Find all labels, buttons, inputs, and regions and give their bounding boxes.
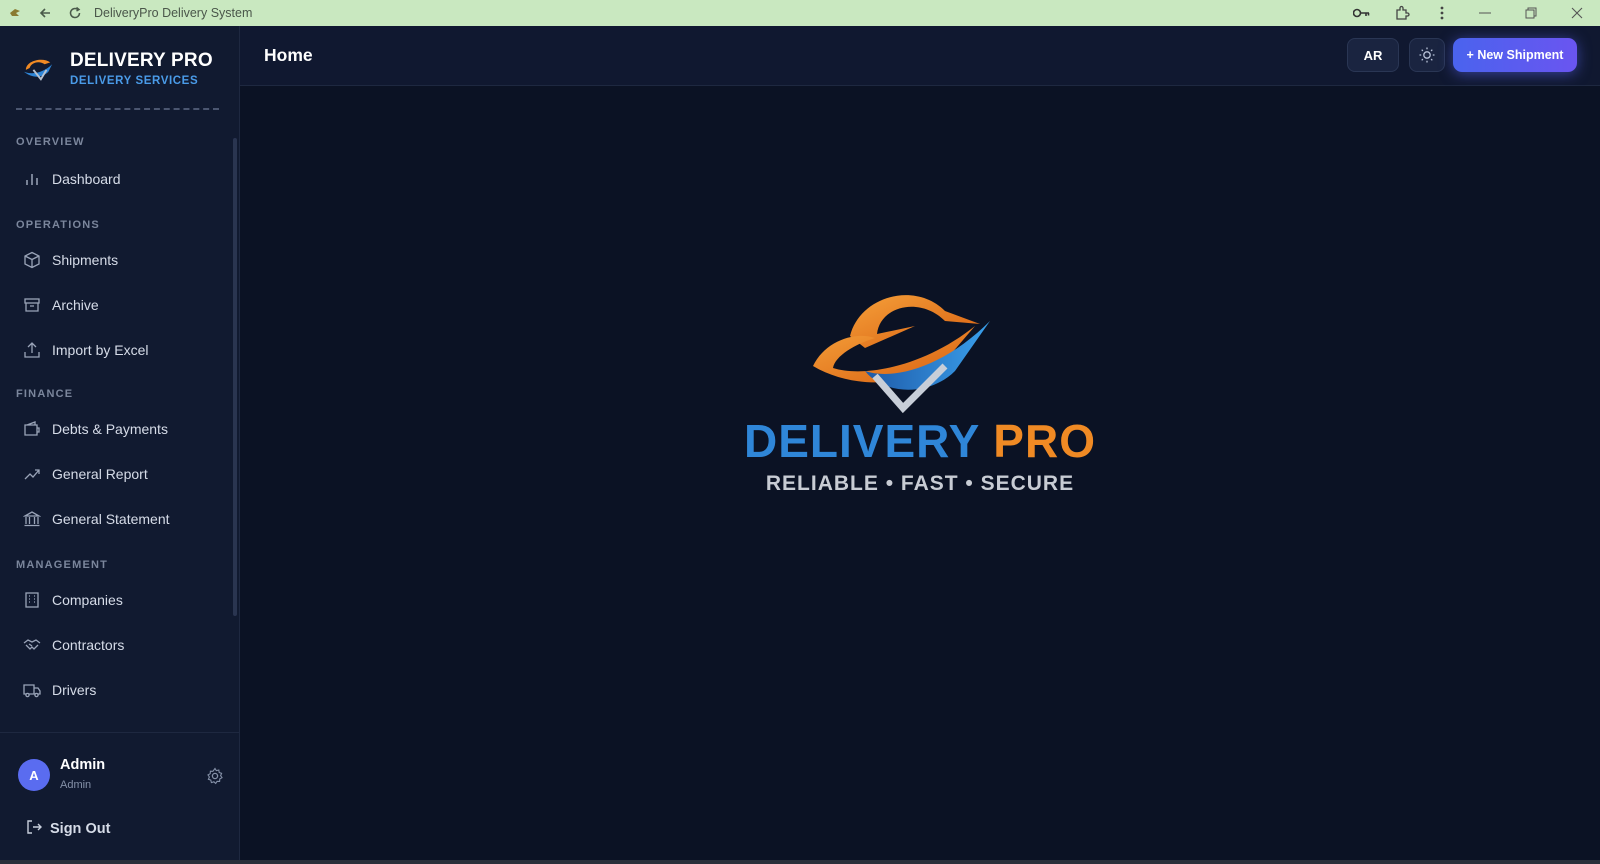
sidebar-item-label: Import by Excel — [52, 341, 149, 358]
sign-out-icon — [26, 819, 42, 839]
bank-icon — [22, 509, 42, 529]
user-panel: A Admin Admin Sign Out — [0, 732, 240, 864]
sidebar-item-label: Archive — [52, 296, 99, 313]
reload-icon[interactable] — [60, 0, 90, 26]
sidebar-item-label: General Report — [52, 465, 148, 482]
archive-icon — [22, 295, 42, 315]
sidebar-item-label: General Statement — [52, 510, 170, 527]
sidebar-nav[interactable]: OVERVIEW Dashboard OPERATIONS Shipments … — [0, 110, 240, 702]
back-arrow-icon[interactable] — [30, 0, 60, 26]
section-label-operations: OPERATIONS — [16, 219, 100, 231]
sidebar-item-archive[interactable]: Archive — [0, 282, 240, 327]
upload-icon — [22, 340, 42, 360]
delivery-pro-logo-mark — [813, 295, 990, 414]
sidebar-item-label: Companies — [52, 591, 123, 608]
bar-chart-icon — [22, 169, 42, 189]
brand-logo-icon — [24, 59, 53, 81]
gear-icon[interactable] — [206, 767, 224, 785]
trending-up-icon — [22, 464, 42, 484]
close-window-icon[interactable] — [1554, 0, 1600, 26]
browser-titlebar: DeliveryPro Delivery System — [0, 0, 1600, 26]
user-name: Admin — [60, 757, 106, 773]
hero-logo: DELIVERY PRO RELIABLE • FAST • SECURE — [710, 286, 1130, 506]
sidebar-item-shipments[interactable]: Shipments — [0, 237, 240, 282]
sidebar-item-contractors[interactable]: Contractors — [0, 622, 240, 667]
section-label-management: MANAGEMENT — [16, 559, 109, 571]
theme-toggle-button[interactable] — [1409, 38, 1445, 72]
sidebar-item-debts-payments[interactable]: Debts & Payments — [0, 406, 240, 451]
sidebar-item-import-excel[interactable]: Import by Excel — [0, 327, 240, 372]
browser-window-title: DeliveryPro Delivery System — [94, 6, 253, 20]
sidebar-item-label: Dashboard — [52, 170, 121, 187]
sidebar-item-label: Contractors — [52, 636, 125, 653]
minimize-icon[interactable] — [1462, 0, 1508, 26]
sidebar-scrollbar[interactable] — [233, 138, 237, 616]
sidebar-item-companies[interactable]: Companies — [0, 577, 240, 622]
sign-out-label: Sign Out — [50, 821, 111, 837]
window-bottom-edge — [0, 860, 1600, 864]
sign-out-button[interactable]: Sign Out — [26, 819, 110, 839]
page-title: Home — [264, 45, 313, 65]
handshake-icon — [22, 635, 42, 655]
app-favicon-icon — [0, 0, 30, 26]
section-label-overview: OVERVIEW — [16, 136, 85, 148]
restore-icon[interactable] — [1508, 0, 1554, 26]
hero-title: DELIVERY PRO — [710, 416, 1130, 466]
building-icon — [22, 590, 42, 610]
brand-header[interactable]: DELIVERY PRO DELIVERY SERVICES — [0, 26, 239, 110]
sidebar-item-label: Shipments — [52, 251, 119, 268]
hero-title-part1: DELIVERY — [744, 415, 980, 467]
brand-name: DELIVERY PRO — [70, 49, 213, 71]
sidebar-item-general-statement[interactable]: General Statement — [0, 496, 240, 541]
language-toggle-button[interactable]: AR — [1347, 38, 1399, 72]
avatar[interactable]: A — [18, 759, 50, 791]
box-icon — [22, 250, 42, 270]
user-role: Admin — [60, 779, 92, 791]
hero-title-part2: PRO — [993, 415, 1096, 467]
sidebar-item-label: Drivers — [52, 681, 97, 698]
sidebar-item-label: Debts & Payments — [52, 420, 168, 437]
wallet-icon — [22, 419, 42, 439]
section-label-finance: FINANCE — [16, 388, 74, 400]
new-shipment-button[interactable]: + New Shipment — [1453, 38, 1577, 72]
top-header: Home AR + New Shipment — [240, 26, 1600, 86]
key-icon[interactable] — [1342, 0, 1382, 26]
extensions-icon[interactable] — [1382, 0, 1422, 26]
sidebar-item-drivers[interactable]: Drivers — [0, 667, 240, 702]
sidebar-item-dashboard[interactable]: Dashboard — [0, 156, 240, 201]
sun-icon — [1419, 47, 1435, 63]
hero-tagline: RELIABLE • FAST • SECURE — [765, 472, 1075, 495]
more-menu-icon[interactable] — [1422, 0, 1462, 26]
main-content: DELIVERY PRO RELIABLE • FAST • SECURE — [240, 86, 1600, 864]
sidebar: DELIVERY PRO DELIVERY SERVICES OVERVIEW … — [0, 26, 240, 864]
truck-icon — [22, 680, 42, 700]
sidebar-item-general-report[interactable]: General Report — [0, 451, 240, 496]
brand-subtitle: DELIVERY SERVICES — [70, 74, 199, 87]
